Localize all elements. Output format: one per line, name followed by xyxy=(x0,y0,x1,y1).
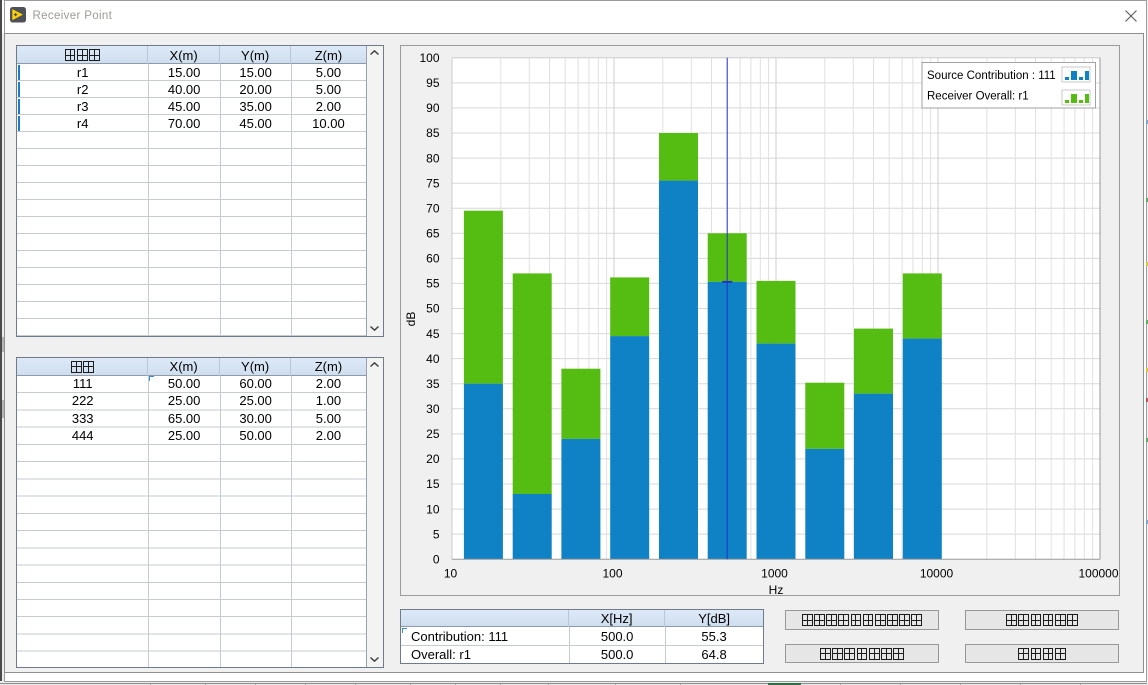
svg-text:10000: 10000 xyxy=(920,567,954,581)
svg-text:85: 85 xyxy=(426,126,440,140)
svg-text:25: 25 xyxy=(426,427,440,441)
svg-text:Hz: Hz xyxy=(769,583,784,596)
svg-text:10: 10 xyxy=(426,502,440,516)
svg-text:65: 65 xyxy=(426,227,440,241)
svg-text:100: 100 xyxy=(602,567,622,581)
svg-text:Source Contribution : 111: Source Contribution : 111 xyxy=(927,70,1056,82)
svg-text:15: 15 xyxy=(426,477,440,491)
svg-text:60: 60 xyxy=(426,252,440,266)
svg-text:35: 35 xyxy=(426,377,440,391)
svg-text:90: 90 xyxy=(426,101,440,115)
svg-text:Receiver Overall: r1: Receiver Overall: r1 xyxy=(927,90,1029,102)
svg-text:30: 30 xyxy=(426,402,440,416)
svg-text:0: 0 xyxy=(433,552,440,566)
svg-text:75: 75 xyxy=(426,176,440,190)
svg-text:45: 45 xyxy=(426,327,440,341)
svg-text:70: 70 xyxy=(426,201,440,215)
svg-text:95: 95 xyxy=(426,76,440,90)
svg-text:40: 40 xyxy=(426,352,440,366)
svg-text:10: 10 xyxy=(444,567,458,581)
svg-text:50: 50 xyxy=(426,302,440,316)
svg-text:55: 55 xyxy=(426,277,440,291)
svg-text:100000: 100000 xyxy=(1078,567,1118,581)
svg-text:1000: 1000 xyxy=(761,567,788,581)
svg-text:dB: dB xyxy=(404,312,418,327)
svg-text:100: 100 xyxy=(419,51,439,65)
svg-text:80: 80 xyxy=(426,151,440,165)
svg-text:20: 20 xyxy=(426,452,440,466)
svg-text:5: 5 xyxy=(433,527,440,541)
